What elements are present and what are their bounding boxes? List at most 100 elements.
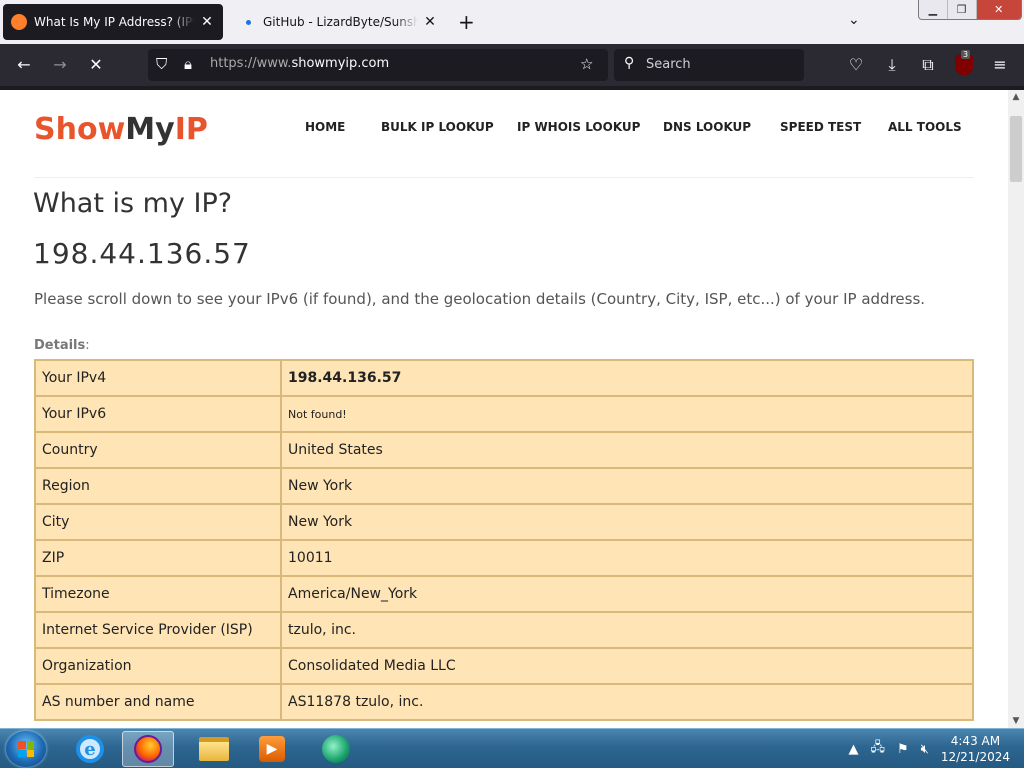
logo-part-my: My [125, 112, 175, 147]
detail-value: 198.44.136.57 [280, 359, 974, 397]
hamburger-menu-icon[interactable]: ≡ [990, 55, 1010, 75]
windows-logo-icon [18, 741, 34, 757]
details-table: Your IPv4 198.44.136.57 Your IPv6 Not found… [34, 359, 974, 721]
site-logo[interactable]: ShowMyIP [34, 112, 208, 147]
search-bar[interactable]: ⚲ Search [614, 49, 804, 81]
back-arrow-icon[interactable]: ← [14, 55, 34, 75]
folder-icon [199, 737, 229, 761]
minimize-icon[interactable]: ▁ [919, 0, 947, 19]
table-row: City New York [34, 503, 974, 541]
shield-icon[interactable]: ⛉ [156, 55, 167, 73]
start-button[interactable] [6, 731, 46, 767]
search-placeholder: Search [646, 57, 691, 72]
page-scrollbar[interactable]: ▲ ▼ [1008, 90, 1024, 728]
menu-dns-lookup[interactable]: DNS LOOKUP [663, 120, 751, 134]
page-title: What is my IP? [33, 188, 233, 219]
tab-loading-dot-icon [246, 19, 251, 25]
menu-speed-test[interactable]: SPEED TEST [780, 120, 861, 134]
extensions-puzzle-icon[interactable]: ⧉ [918, 55, 938, 75]
detail-key: Timezone [34, 575, 282, 613]
table-row: Organization Consolidated Media LLC [34, 647, 974, 685]
internet-explorer-icon: e [76, 735, 104, 763]
tab-strip: What Is My IP Address? (IPv4 & IPv6) ✕ G… [0, 0, 1024, 44]
logo-part-show: Show [34, 112, 126, 147]
scroll-up-icon[interactable]: ▲ [1008, 90, 1024, 104]
detail-key: Region [34, 467, 282, 505]
menu-all-tools[interactable]: ALL TOOLS [888, 120, 962, 134]
scroll-thumb[interactable] [1010, 116, 1022, 182]
url-bar[interactable]: ⛉ 🔒︎ https://www.showmyip.com ☆ [148, 49, 608, 81]
detail-value: tzulo, inc. [280, 611, 974, 649]
logo-part-ip: IP [174, 112, 208, 147]
detail-key: Country [34, 431, 282, 469]
network-icon[interactable]: 🖧︎ [870, 738, 885, 760]
tab-github[interactable]: GitHub - LizardByte/Sunshine: Self-hoste… [226, 4, 446, 40]
restore-icon[interactable]: ❐ [946, 0, 976, 19]
detail-value: Not found! [280, 395, 974, 433]
detail-value: America/New_York [280, 575, 974, 613]
volume-muted-icon[interactable]: 🔇︎ [921, 742, 929, 757]
list-all-tabs-chevron-down-icon[interactable]: ⌄ [848, 12, 860, 28]
media-player-icon: ▶ [259, 736, 285, 762]
clock[interactable]: 4:43 AM 12/21/2024 [941, 733, 1010, 765]
firefox-favicon-icon [11, 14, 27, 30]
table-row: ZIP 10011 [34, 539, 974, 577]
tab-title: What Is My IP Address? (IPv4 & IPv6) [34, 15, 195, 29]
scroll-down-icon[interactable]: ▼ [1008, 714, 1024, 728]
new-tab-button[interactable]: + [458, 10, 475, 34]
search-icon: ⚲ [624, 55, 635, 71]
table-row: Country United States [34, 431, 974, 469]
taskbar-internet-explorer[interactable]: e [64, 731, 116, 767]
extension-badge: 3 [961, 50, 971, 59]
detail-value: United States [280, 431, 974, 469]
lock-icon[interactable]: 🔒︎ [184, 55, 192, 73]
clock-time: 4:43 AM [950, 734, 1001, 748]
menu-home[interactable]: HOME [305, 120, 345, 134]
forward-arrow-icon[interactable]: → [50, 55, 70, 75]
detail-value: New York [280, 503, 974, 541]
stop-loading-icon[interactable]: ✕ [86, 55, 106, 75]
taskbar-firefox[interactable] [122, 731, 174, 767]
windows-taskbar: e ▶ ▲ 🖧︎ ⚑ 🔇︎ 4:43 AM 12/21/2024 [0, 728, 1024, 768]
tab-showmyip[interactable]: What Is My IP Address? (IPv4 & IPv6) ✕ [3, 4, 223, 40]
url-prefix: https://www. [210, 56, 292, 71]
green-app-icon [322, 735, 350, 763]
detail-key: Your IPv4 [34, 359, 282, 397]
details-label: Details: [34, 338, 90, 353]
details-label-text: Details [34, 338, 86, 353]
system-tray: ▲ 🖧︎ ⚑ 🔇︎ 4:43 AM 12/21/2024 [842, 729, 1024, 769]
downloads-icon[interactable]: ⤓ [882, 55, 902, 75]
bookmark-star-icon[interactable]: ☆ [580, 55, 593, 73]
menu-bulk-ip-lookup[interactable]: BULK IP LOOKUP [381, 120, 494, 134]
scroll-note: Please scroll down to see your IPv6 (if … [34, 290, 926, 308]
detail-value: AS11878 tzulo, inc. [280, 683, 974, 721]
window-close-icon[interactable]: ✕ [975, 0, 1021, 19]
taskbar-app[interactable] [310, 731, 362, 767]
taskbar-media-player[interactable]: ▶ [246, 731, 298, 767]
detail-key: City [34, 503, 282, 541]
show-hidden-icons-arrow-icon[interactable]: ▲ [848, 742, 858, 757]
detail-value: New York [280, 467, 974, 505]
table-row: Your IPv6 Not found! [34, 395, 974, 433]
tab-close-icon[interactable]: ✕ [199, 14, 215, 30]
table-row: Internet Service Provider (ISP) tzulo, in… [34, 611, 974, 649]
table-row: Region New York [34, 467, 974, 505]
detail-key: Organization [34, 647, 282, 685]
window-controls: ▁ ❐ ✕ [918, 0, 1022, 20]
taskbar-file-explorer[interactable] [188, 731, 240, 767]
clock-date: 12/21/2024 [940, 750, 1010, 764]
table-row: Your IPv4 198.44.136.57 [34, 359, 974, 397]
table-row: Timezone America/New_York [34, 575, 974, 613]
detail-key: Internet Service Provider (ISP) [34, 611, 282, 649]
action-center-flag-icon[interactable]: ⚑ [897, 742, 909, 757]
nav-toolbar: ← → ✕ ⛉ 🔒︎ https://www.showmyip.com ☆ ⚲ … [0, 44, 1024, 86]
pocket-icon[interactable]: ♡ [846, 55, 866, 75]
url-domain: showmyip.com [291, 56, 390, 71]
header-divider [34, 177, 974, 178]
menu-ip-whois-lookup[interactable]: IP WHOIS LOOKUP [517, 120, 640, 134]
detail-value: 10011 [280, 539, 974, 577]
table-row: AS number and name AS11878 tzulo, inc. [34, 683, 974, 721]
web-page: ShowMyIP HOME BULK IP LOOKUP IP WHOIS LO… [0, 90, 1008, 728]
tab-close-icon[interactable]: ✕ [422, 14, 438, 30]
url-text[interactable]: https://www.showmyip.com [210, 56, 389, 71]
